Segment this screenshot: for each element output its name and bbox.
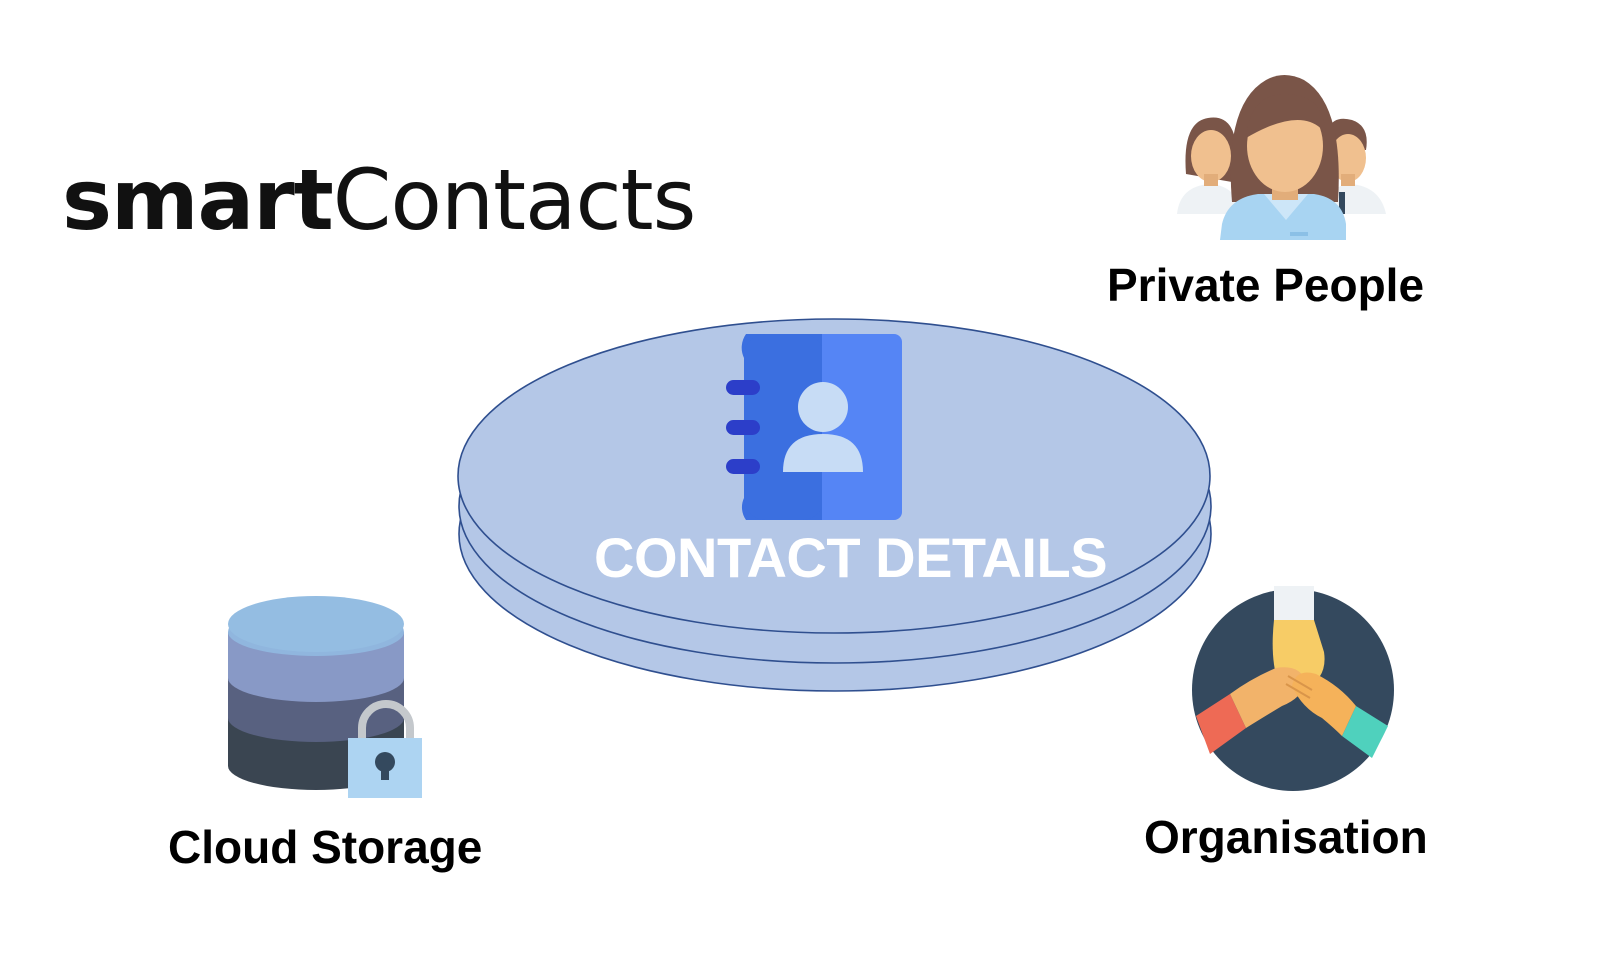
contact-book-icon xyxy=(726,334,902,520)
people-group-icon xyxy=(1177,75,1386,240)
cloud-storage-label: Cloud Storage xyxy=(168,821,483,873)
private-people-label: Private People xyxy=(1107,259,1425,311)
hands-together-icon xyxy=(1192,586,1394,791)
smartcontacts-logo: smartContacts xyxy=(62,158,696,242)
contact-details-label: CONTACT DETAILS xyxy=(594,526,1108,589)
organisation-label: Organisation xyxy=(1144,811,1428,863)
logo-bold-part: smart xyxy=(62,151,334,249)
locked-database-icon xyxy=(228,596,422,798)
logo-light-part: Contacts xyxy=(332,151,697,249)
